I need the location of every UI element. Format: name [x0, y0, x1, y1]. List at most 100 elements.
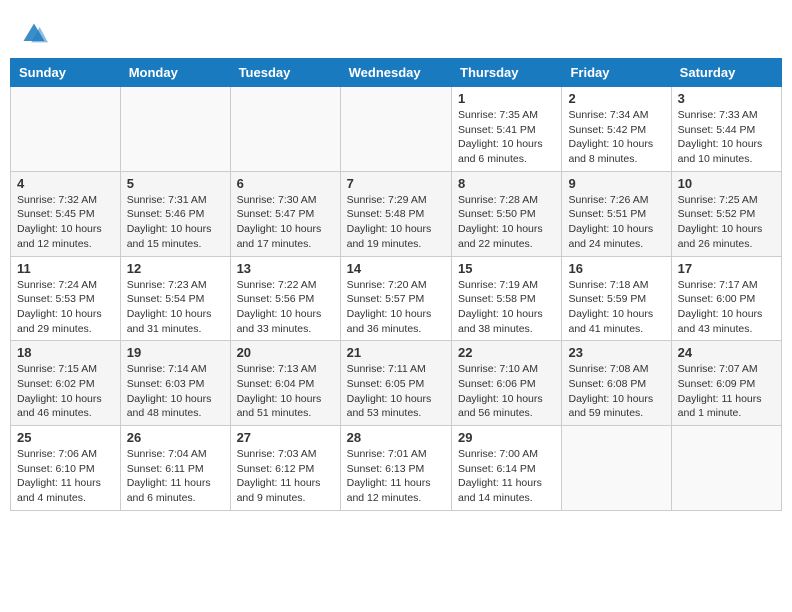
calendar-cell: 2 Sunrise: 7:34 AM Sunset: 5:42 PM Daylig…: [562, 87, 671, 172]
day-number: 21: [347, 345, 445, 360]
day-info: Sunrise: 7:11 AM Sunset: 6:05 PM Dayligh…: [347, 362, 445, 421]
day-number: 14: [347, 261, 445, 276]
calendar-cell: 26 Sunrise: 7:04 AM Sunset: 6:11 PM Dayli…: [120, 426, 230, 511]
day-info: Sunrise: 7:33 AM Sunset: 5:44 PM Dayligh…: [678, 108, 775, 167]
day-info: Sunrise: 7:17 AM Sunset: 6:00 PM Dayligh…: [678, 278, 775, 337]
calendar-cell: 27 Sunrise: 7:03 AM Sunset: 6:12 PM Dayli…: [230, 426, 340, 511]
calendar-header-row: SundayMondayTuesdayWednesdayThursdayFrid…: [11, 59, 782, 87]
day-info: Sunrise: 7:04 AM Sunset: 6:11 PM Dayligh…: [127, 447, 224, 506]
calendar-cell: [671, 426, 781, 511]
day-info: Sunrise: 7:00 AM Sunset: 6:14 PM Dayligh…: [458, 447, 555, 506]
calendar-cell: 20 Sunrise: 7:13 AM Sunset: 6:04 PM Dayli…: [230, 341, 340, 426]
day-info: Sunrise: 7:14 AM Sunset: 6:03 PM Dayligh…: [127, 362, 224, 421]
calendar-cell: 24 Sunrise: 7:07 AM Sunset: 6:09 PM Dayli…: [671, 341, 781, 426]
day-number: 3: [678, 91, 775, 106]
day-number: 9: [568, 176, 664, 191]
calendar-cell: 9 Sunrise: 7:26 AM Sunset: 5:51 PM Daylig…: [562, 171, 671, 256]
calendar-cell: 5 Sunrise: 7:31 AM Sunset: 5:46 PM Daylig…: [120, 171, 230, 256]
column-header-friday: Friday: [562, 59, 671, 87]
calendar-cell: 6Sunrise: 7:30 AM Sunset: 5:47 PM Daylig…: [230, 171, 340, 256]
day-info: Sunrise: 7:35 AM Sunset: 5:41 PM Dayligh…: [458, 108, 555, 167]
logo: [20, 20, 52, 48]
calendar-cell: 3 Sunrise: 7:33 AM Sunset: 5:44 PM Daylig…: [671, 87, 781, 172]
day-info: Sunrise: 7:08 AM Sunset: 6:08 PM Dayligh…: [568, 362, 664, 421]
calendar-cell: 10 Sunrise: 7:25 AM Sunset: 5:52 PM Dayli…: [671, 171, 781, 256]
calendar-cell: 28Sunrise: 7:01 AM Sunset: 6:13 PM Dayli…: [340, 426, 451, 511]
day-info: Sunrise: 7:15 AM Sunset: 6:02 PM Dayligh…: [17, 362, 114, 421]
calendar-cell: 25 Sunrise: 7:06 AM Sunset: 6:10 PM Dayli…: [11, 426, 121, 511]
day-number: 6: [237, 176, 334, 191]
column-header-saturday: Saturday: [671, 59, 781, 87]
day-number: 5: [127, 176, 224, 191]
day-info: Sunrise: 7:06 AM Sunset: 6:10 PM Dayligh…: [17, 447, 114, 506]
day-info: Sunrise: 7:18 AM Sunset: 5:59 PM Dayligh…: [568, 278, 664, 337]
day-number: 11: [17, 261, 114, 276]
day-number: 1: [458, 91, 555, 106]
calendar-week-1: 1 Sunrise: 7:35 AM Sunset: 5:41 PM Daylig…: [11, 87, 782, 172]
day-info: Sunrise: 7:34 AM Sunset: 5:42 PM Dayligh…: [568, 108, 664, 167]
day-number: 10: [678, 176, 775, 191]
calendar-cell: 17 Sunrise: 7:17 AM Sunset: 6:00 PM Dayli…: [671, 256, 781, 341]
calendar-cell: 4 Sunrise: 7:32 AM Sunset: 5:45 PM Daylig…: [11, 171, 121, 256]
column-header-monday: Monday: [120, 59, 230, 87]
day-info: Sunrise: 7:29 AM Sunset: 5:48 PM Dayligh…: [347, 193, 445, 252]
day-info: Sunrise: 7:07 AM Sunset: 6:09 PM Dayligh…: [678, 362, 775, 421]
calendar-cell: 21 Sunrise: 7:11 AM Sunset: 6:05 PM Dayli…: [340, 341, 451, 426]
calendar-cell: 11 Sunrise: 7:24 AM Sunset: 5:53 PM Dayli…: [11, 256, 121, 341]
day-info: Sunrise: 7:20 AM Sunset: 5:57 PM Dayligh…: [347, 278, 445, 337]
calendar-cell: 1 Sunrise: 7:35 AM Sunset: 5:41 PM Daylig…: [452, 87, 562, 172]
calendar-cell: [340, 87, 451, 172]
day-number: 22: [458, 345, 555, 360]
day-number: 26: [127, 430, 224, 445]
day-number: 2: [568, 91, 664, 106]
day-number: 13: [237, 261, 334, 276]
calendar-cell: 12Sunrise: 7:23 AM Sunset: 5:54 PM Dayli…: [120, 256, 230, 341]
day-info: Sunrise: 7:25 AM Sunset: 5:52 PM Dayligh…: [678, 193, 775, 252]
day-number: 29: [458, 430, 555, 445]
calendar-cell: [120, 87, 230, 172]
day-info: Sunrise: 7:24 AM Sunset: 5:53 PM Dayligh…: [17, 278, 114, 337]
calendar-cell: 14 Sunrise: 7:20 AM Sunset: 5:57 PM Dayli…: [340, 256, 451, 341]
day-number: 17: [678, 261, 775, 276]
day-number: 24: [678, 345, 775, 360]
day-number: 23: [568, 345, 664, 360]
day-info: Sunrise: 7:26 AM Sunset: 5:51 PM Dayligh…: [568, 193, 664, 252]
day-number: 8: [458, 176, 555, 191]
calendar-week-3: 11 Sunrise: 7:24 AM Sunset: 5:53 PM Dayli…: [11, 256, 782, 341]
column-header-thursday: Thursday: [452, 59, 562, 87]
day-number: 4: [17, 176, 114, 191]
day-number: 19: [127, 345, 224, 360]
calendar-cell: 13 Sunrise: 7:22 AM Sunset: 5:56 PM Dayli…: [230, 256, 340, 341]
calendar-cell: 18 Sunrise: 7:15 AM Sunset: 6:02 PM Dayli…: [11, 341, 121, 426]
day-number: 20: [237, 345, 334, 360]
calendar-cell: [562, 426, 671, 511]
column-header-tuesday: Tuesday: [230, 59, 340, 87]
day-info: Sunrise: 7:22 AM Sunset: 5:56 PM Dayligh…: [237, 278, 334, 337]
day-info: Sunrise: 7:23 AM Sunset: 5:54 PM Dayligh…: [127, 278, 224, 337]
calendar-cell: 19 Sunrise: 7:14 AM Sunset: 6:03 PM Dayli…: [120, 341, 230, 426]
day-number: 7: [347, 176, 445, 191]
calendar-table: SundayMondayTuesdayWednesdayThursdayFrid…: [10, 58, 782, 511]
calendar-week-4: 18 Sunrise: 7:15 AM Sunset: 6:02 PM Dayli…: [11, 341, 782, 426]
calendar-cell: 7 Sunrise: 7:29 AM Sunset: 5:48 PM Daylig…: [340, 171, 451, 256]
calendar-week-5: 25 Sunrise: 7:06 AM Sunset: 6:10 PM Dayli…: [11, 426, 782, 511]
day-info: Sunrise: 7:32 AM Sunset: 5:45 PM Dayligh…: [17, 193, 114, 252]
day-info: Sunrise: 7:28 AM Sunset: 5:50 PM Dayligh…: [458, 193, 555, 252]
day-number: 18: [17, 345, 114, 360]
calendar-cell: [11, 87, 121, 172]
day-number: 15: [458, 261, 555, 276]
column-header-sunday: Sunday: [11, 59, 121, 87]
calendar-cell: 29 Sunrise: 7:00 AM Sunset: 6:14 PM Dayli…: [452, 426, 562, 511]
day-info: Sunrise: 7:13 AM Sunset: 6:04 PM Dayligh…: [237, 362, 334, 421]
day-number: 28: [347, 430, 445, 445]
day-info: Sunrise: 7:10 AM Sunset: 6:06 PM Dayligh…: [458, 362, 555, 421]
day-info: Sunrise: 7:03 AM Sunset: 6:12 PM Dayligh…: [237, 447, 334, 506]
day-number: 27: [237, 430, 334, 445]
day-number: 25: [17, 430, 114, 445]
day-info: Sunrise: 7:19 AM Sunset: 5:58 PM Dayligh…: [458, 278, 555, 337]
calendar-cell: 23 Sunrise: 7:08 AM Sunset: 6:08 PM Dayli…: [562, 341, 671, 426]
day-info: Sunrise: 7:31 AM Sunset: 5:46 PM Dayligh…: [127, 193, 224, 252]
calendar-cell: 15 Sunrise: 7:19 AM Sunset: 5:58 PM Dayli…: [452, 256, 562, 341]
logo-icon: [20, 20, 48, 48]
calendar-cell: 16Sunrise: 7:18 AM Sunset: 5:59 PM Dayli…: [562, 256, 671, 341]
